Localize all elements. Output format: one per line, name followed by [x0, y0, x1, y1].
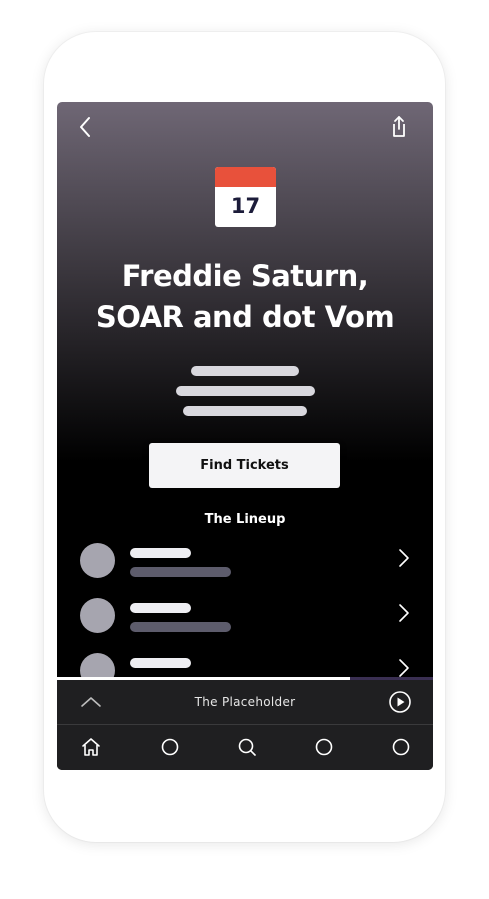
artist-name-placeholder: [130, 603, 191, 613]
home-icon[interactable]: [80, 736, 102, 758]
lineup-artist-row[interactable]: [57, 543, 433, 593]
search-icon[interactable]: [236, 736, 258, 758]
mini-player[interactable]: The Placeholder: [57, 680, 433, 725]
event-day: 17: [230, 194, 261, 218]
bottom-tab-bar: [57, 725, 433, 770]
circle-icon[interactable]: [313, 736, 335, 758]
back-button[interactable]: [73, 114, 99, 140]
artist-detail-placeholder: [130, 622, 231, 632]
event-title: Freddie Saturn, SOAR and dot Vom: [57, 256, 433, 338]
chevron-left-icon: [80, 117, 90, 137]
avatar: [80, 543, 115, 578]
lineup-artist-row[interactable]: [57, 598, 433, 648]
circle-icon[interactable]: [159, 736, 181, 758]
share-icon: [393, 116, 405, 137]
event-title-line-1: Freddie Saturn,: [121, 259, 369, 293]
artist-name-placeholder: [130, 658, 191, 668]
chevron-right-icon: [399, 604, 409, 622]
lineup-heading: The Lineup: [204, 512, 286, 527]
now-playing-title: The Placeholder: [194, 695, 296, 709]
circle-icon[interactable]: [390, 736, 412, 758]
artist-name-placeholder: [130, 548, 191, 558]
event-screen: 17 Freddie Saturn, SOAR and dot Vom Find…: [57, 102, 433, 770]
calendar-date-badge: 17: [215, 167, 276, 227]
description-placeholder-line: [176, 386, 315, 396]
play-icon[interactable]: [388, 690, 412, 714]
description-placeholder-line: [191, 366, 299, 376]
find-tickets-button[interactable]: Find Tickets: [149, 443, 340, 488]
artist-detail-placeholder: [130, 567, 231, 577]
event-title-line-2: SOAR and dot Vom: [95, 300, 395, 334]
chevron-right-icon: [399, 549, 409, 567]
chevron-right-icon: [399, 659, 409, 677]
calendar-header: [215, 167, 276, 187]
share-button[interactable]: [386, 114, 412, 140]
description-placeholder-line: [183, 406, 307, 416]
avatar: [80, 598, 115, 633]
